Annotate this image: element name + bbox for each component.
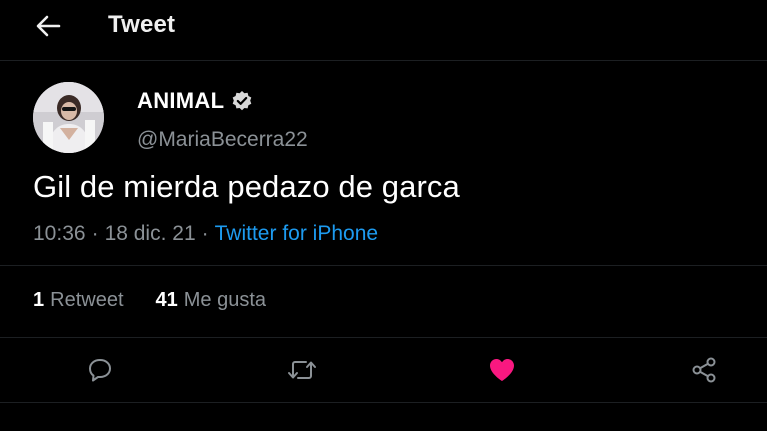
reply-button[interactable] <box>80 350 120 390</box>
heart-icon <box>490 359 514 381</box>
retweet-button[interactable] <box>282 350 322 390</box>
tweet-source-link[interactable]: Twitter for iPhone <box>215 222 378 246</box>
meta-divider <box>0 265 767 266</box>
author-name-row[interactable]: ANIMAL <box>137 88 253 114</box>
likes-label: Me gusta <box>183 289 267 311</box>
likes-stat[interactable]: 41 Me gusta <box>156 289 267 312</box>
meta-separator: · <box>201 222 209 245</box>
likes-count: 41 <box>155 289 178 311</box>
tweet-date[interactable]: 18 dic. 21 <box>105 222 196 246</box>
share-button[interactable] <box>684 350 724 390</box>
verified-badge-icon <box>231 90 253 112</box>
retweet-icon <box>288 361 316 379</box>
share-icon <box>692 357 716 383</box>
retweets-count: 1 <box>33 289 45 311</box>
header: Tweet <box>0 0 767 58</box>
back-button[interactable] <box>30 10 66 42</box>
tweet-text: Gil de mierda pedazo de garca <box>33 169 460 204</box>
tweet-detail-page: Tweet ANIMAL @MariaBecerra22 Gil de mier… <box>0 0 767 431</box>
stats-divider <box>0 337 767 338</box>
tweet-time[interactable]: 10:36 <box>33 222 86 246</box>
actions-divider <box>0 402 767 403</box>
author-name[interactable]: ANIMAL <box>137 88 224 114</box>
avatar-image <box>33 82 104 153</box>
tweet-stats: 1 Retweet 41 Me gusta <box>33 289 298 312</box>
author-handle[interactable]: @MariaBecerra22 <box>137 128 308 152</box>
avatar[interactable] <box>33 82 104 153</box>
reply-icon <box>89 359 111 382</box>
retweets-stat[interactable]: 1 Retweet <box>33 289 124 312</box>
tweet-metadata: 10:36 · 18 dic. 21 · Twitter for iPhone <box>33 222 378 246</box>
page-title: Tweet <box>108 11 176 38</box>
retweets-label: Retweet <box>50 289 124 311</box>
header-divider <box>0 60 767 61</box>
arrow-left-icon <box>36 15 61 37</box>
like-button[interactable] <box>482 350 522 390</box>
meta-separator: · <box>91 222 99 245</box>
